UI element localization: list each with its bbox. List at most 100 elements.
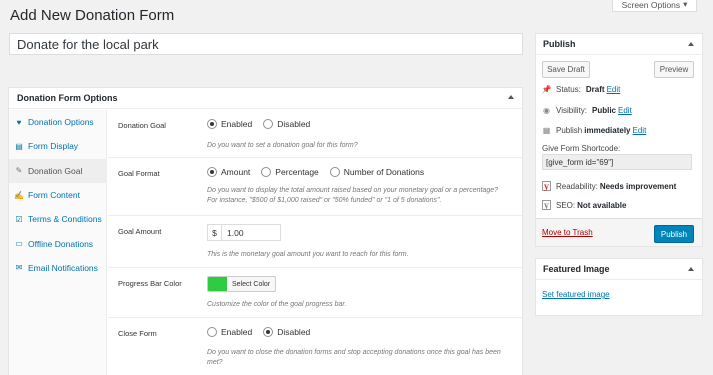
schedule-line: ▦ Publish immediately Edit xyxy=(542,126,647,135)
donation-goal-row: Donation Goal Enabled Disabled Do you wa… xyxy=(108,110,522,158)
radio-checked-icon xyxy=(207,119,217,129)
field-description: Do you want to close the donation forms … xyxy=(207,349,501,366)
edit-icon: ✍ xyxy=(14,190,24,200)
shortcode-label: Give Form Shortcode: xyxy=(542,144,621,153)
edit-schedule-link[interactable]: Edit xyxy=(633,126,647,135)
field-label: Progress Bar Color xyxy=(118,279,182,288)
status-line: 📌 Status: Draft Edit xyxy=(541,85,621,94)
goal-amount-field: $ 1.00 xyxy=(207,224,281,241)
visibility-value: Public xyxy=(591,106,616,115)
select-color-label: Select Color xyxy=(227,277,276,291)
screen-options-button[interactable]: Screen Options ▾ xyxy=(612,0,697,12)
close-enabled-radio[interactable]: Enabled xyxy=(207,327,252,337)
panel-title: Donation Form Options xyxy=(17,93,118,103)
tab-label: Form Display xyxy=(28,141,79,152)
visibility-label: Visibility: xyxy=(556,106,587,115)
status-label: Status: xyxy=(556,85,581,94)
eye-icon: ◉ xyxy=(543,106,550,115)
options-tabs: ♥ Donation Options ▤ Form Display ✎ Dona… xyxy=(9,110,107,375)
featured-image-title: Featured Image xyxy=(543,264,610,274)
option-label: Percentage xyxy=(275,167,319,177)
collapse-caret-icon[interactable] xyxy=(688,42,694,46)
shortcode-field[interactable]: [give_form id="69"] xyxy=(542,154,692,170)
email-icon: ✉ xyxy=(15,263,23,273)
tab-label: Offline Donations xyxy=(28,238,94,249)
close-form-options: Enabled Disabled xyxy=(207,327,316,337)
featured-image-header[interactable]: Featured Image xyxy=(536,259,702,280)
tab-label: Donation Goal xyxy=(28,165,83,176)
option-label: Amount xyxy=(221,167,251,177)
publish-header[interactable]: Publish xyxy=(536,34,702,55)
seo-value: Not available xyxy=(577,200,627,210)
preview-button[interactable]: Preview xyxy=(654,61,694,78)
heart-icon: ♥ xyxy=(16,117,22,127)
amount-value: 1.00 xyxy=(227,227,244,238)
goal-format-options: Amount Percentage Number of Donations xyxy=(207,167,430,177)
wrench-icon: ✎ xyxy=(15,166,23,176)
status-value: Draft xyxy=(585,85,605,94)
format-amount-radio[interactable]: Amount xyxy=(207,167,250,177)
set-featured-image-link[interactable]: Set featured image xyxy=(542,290,610,299)
featured-image-box: Featured Image Set featured image xyxy=(535,258,703,316)
radio-unchecked-icon xyxy=(263,119,274,129)
field-label: Close Form xyxy=(118,329,157,338)
tab-label: Terms & Conditions xyxy=(28,214,102,225)
color-picker-button[interactable]: Select Color xyxy=(207,276,277,292)
format-percentage-radio[interactable]: Percentage xyxy=(261,167,319,177)
close-disabled-radio[interactable]: Disabled xyxy=(263,327,310,337)
seo-label: SEO: xyxy=(556,200,576,210)
tab-form-display[interactable]: ▤ Form Display xyxy=(9,134,106,158)
readability-value: Needs improvement xyxy=(599,181,677,191)
visibility-line: ◉ Visibility: Public Edit xyxy=(542,106,632,115)
tab-label: Email Notifications xyxy=(28,262,98,273)
readability-line: y Readability: Needs improvement xyxy=(542,181,676,191)
field-description: Do you want to set a donation goal for t… xyxy=(207,142,358,149)
currency-symbol: $ xyxy=(208,225,222,240)
pin-icon: 📌 xyxy=(541,85,552,94)
edit-status-link[interactable]: Edit xyxy=(607,85,621,94)
collapse-caret-icon[interactable] xyxy=(508,95,514,99)
goal-disabled-radio[interactable]: Disabled xyxy=(263,119,310,129)
yoast-readability-icon: y xyxy=(542,181,551,191)
calendar-icon: ▦ xyxy=(542,126,551,135)
tab-offline-donations[interactable]: ▭ Offline Donations xyxy=(9,231,106,255)
card-icon: ▭ xyxy=(15,239,23,249)
yoast-seo-icon: y xyxy=(542,200,551,210)
goal-format-row: Goal Format Amount Percentage Number of … xyxy=(108,158,522,216)
radio-unchecked-icon xyxy=(261,167,272,177)
option-label: Number of Donations xyxy=(343,167,425,177)
document-icon: ▤ xyxy=(15,141,23,151)
collapse-caret-icon[interactable] xyxy=(688,267,694,271)
field-description: Customize the color of the goal progress… xyxy=(207,301,347,308)
tab-donation-goal[interactable]: ✎ Donation Goal xyxy=(9,158,106,183)
move-to-trash-link[interactable]: Move to Trash xyxy=(542,228,593,237)
tab-terms-conditions[interactable]: ☑ Terms & Conditions xyxy=(9,207,106,231)
progress-color-row: Progress Bar Color Select Color Customiz… xyxy=(108,268,522,318)
tab-label: Donation Options xyxy=(28,117,94,128)
publish-button[interactable]: Publish xyxy=(654,225,694,243)
tab-form-content[interactable]: ✍ Form Content xyxy=(9,183,106,207)
format-number-radio[interactable]: Number of Donations xyxy=(329,167,425,177)
save-draft-button[interactable]: Save Draft xyxy=(542,61,590,78)
screen-options-label: Screen Options xyxy=(621,0,681,10)
goal-amount-input[interactable]: $ 1.00 xyxy=(207,224,281,241)
tab-donation-options[interactable]: ♥ Donation Options xyxy=(9,110,106,134)
seo-line: y SEO: Not available xyxy=(542,200,626,210)
goal-enabled-radio[interactable]: Enabled xyxy=(207,119,252,129)
tab-email-notifications[interactable]: ✉ Email Notifications xyxy=(9,256,106,280)
radio-checked-icon xyxy=(263,327,274,337)
option-label: Enabled xyxy=(221,327,253,337)
page-title: Add New Donation Form xyxy=(10,7,175,24)
goal-amount-row: Goal Amount $ 1.00 This is the monetary … xyxy=(108,216,522,268)
chevron-down-icon: ▾ xyxy=(683,0,688,9)
field-description: Do you want to display the total amount … xyxy=(207,187,499,204)
edit-visibility-link[interactable]: Edit xyxy=(618,106,632,115)
readability-label: Readability: xyxy=(556,181,598,191)
color-swatch xyxy=(208,277,227,291)
panel-header[interactable]: Donation Form Options xyxy=(9,88,522,109)
post-title-input[interactable]: Donate for the local park xyxy=(9,33,523,55)
option-label: Enabled xyxy=(221,119,253,129)
field-label: Goal Amount xyxy=(118,227,162,236)
donation-goal-options: Enabled Disabled xyxy=(207,119,316,129)
publish-label: Publish xyxy=(556,126,583,135)
